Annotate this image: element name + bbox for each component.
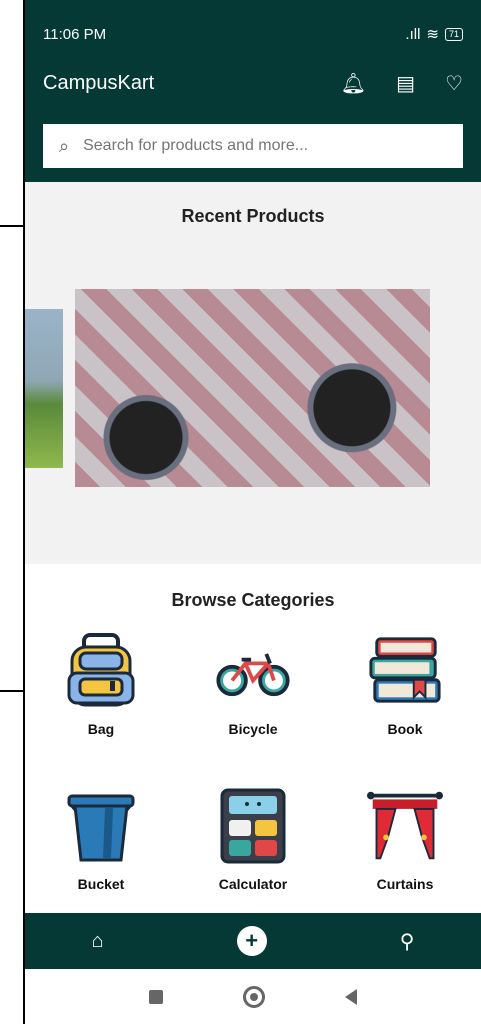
- browse-categories-section: Browse Categories Bag Bicycle Book Bucke…: [25, 564, 481, 913]
- profile-icon[interactable]: ⚲: [400, 929, 415, 954]
- category-label: Bucket: [77, 876, 125, 892]
- category-label: Bicycle: [228, 721, 278, 737]
- phone-screen: 11:06 PM .ıll ≋ 71 CampusKart 🔔︎ ▤ ♡ ⌕ R…: [25, 0, 481, 1024]
- wifi-icon: ≋: [426, 26, 439, 43]
- calculator-icon: [215, 788, 291, 864]
- category-label: Curtains: [376, 876, 434, 892]
- recent-products-section: Recent Products: [25, 182, 481, 564]
- search-input[interactable]: [81, 136, 447, 156]
- bell-icon[interactable]: 🔔︎: [341, 71, 366, 96]
- bottom-nav: ⌂ + ⚲: [25, 913, 481, 969]
- category-label: Book: [387, 721, 423, 737]
- battery-icon: 71: [444, 27, 463, 41]
- search-icon: ⌕: [59, 135, 70, 156]
- system-nav-bar: [25, 969, 481, 1024]
- archive-icon[interactable]: ▤: [396, 71, 415, 96]
- status-bar: 11:06 PM .ıll ≋ 71: [25, 0, 481, 60]
- app-bar: CampusKart 🔔︎ ▤ ♡ ⌕: [25, 60, 481, 182]
- browse-categories-title: Browse Categories: [171, 590, 335, 610]
- product-image-field[interactable]: [25, 309, 63, 468]
- signal-icon: .ıll: [405, 25, 421, 43]
- book-icon: [367, 633, 443, 709]
- category-book[interactable]: Book: [329, 633, 481, 788]
- product-image-bicycle[interactable]: [75, 289, 430, 487]
- bucket-icon: [63, 788, 139, 864]
- add-icon[interactable]: +: [236, 926, 267, 956]
- bag-icon: [63, 633, 139, 709]
- home-button[interactable]: [243, 985, 265, 1008]
- status-icons: .ıll ≋ 71: [405, 25, 463, 43]
- status-time: 11:06 PM: [43, 25, 107, 43]
- category-bag[interactable]: Bag: [25, 633, 177, 788]
- back-button[interactable]: [345, 988, 357, 1005]
- recent-products-title: Recent Products: [181, 206, 325, 226]
- heart-icon[interactable]: ♡: [445, 71, 463, 96]
- category-label: Bag: [87, 721, 115, 737]
- recents-button[interactable]: [149, 989, 163, 1004]
- category-bicycle[interactable]: Bicycle: [177, 633, 329, 788]
- search-bar[interactable]: ⌕: [43, 124, 463, 168]
- app-title: CampusKart: [43, 71, 155, 94]
- bicycle-icon: [215, 633, 291, 709]
- category-label: Calculator: [218, 876, 288, 892]
- home-icon[interactable]: ⌂: [92, 930, 104, 953]
- curtains-icon: [367, 788, 443, 864]
